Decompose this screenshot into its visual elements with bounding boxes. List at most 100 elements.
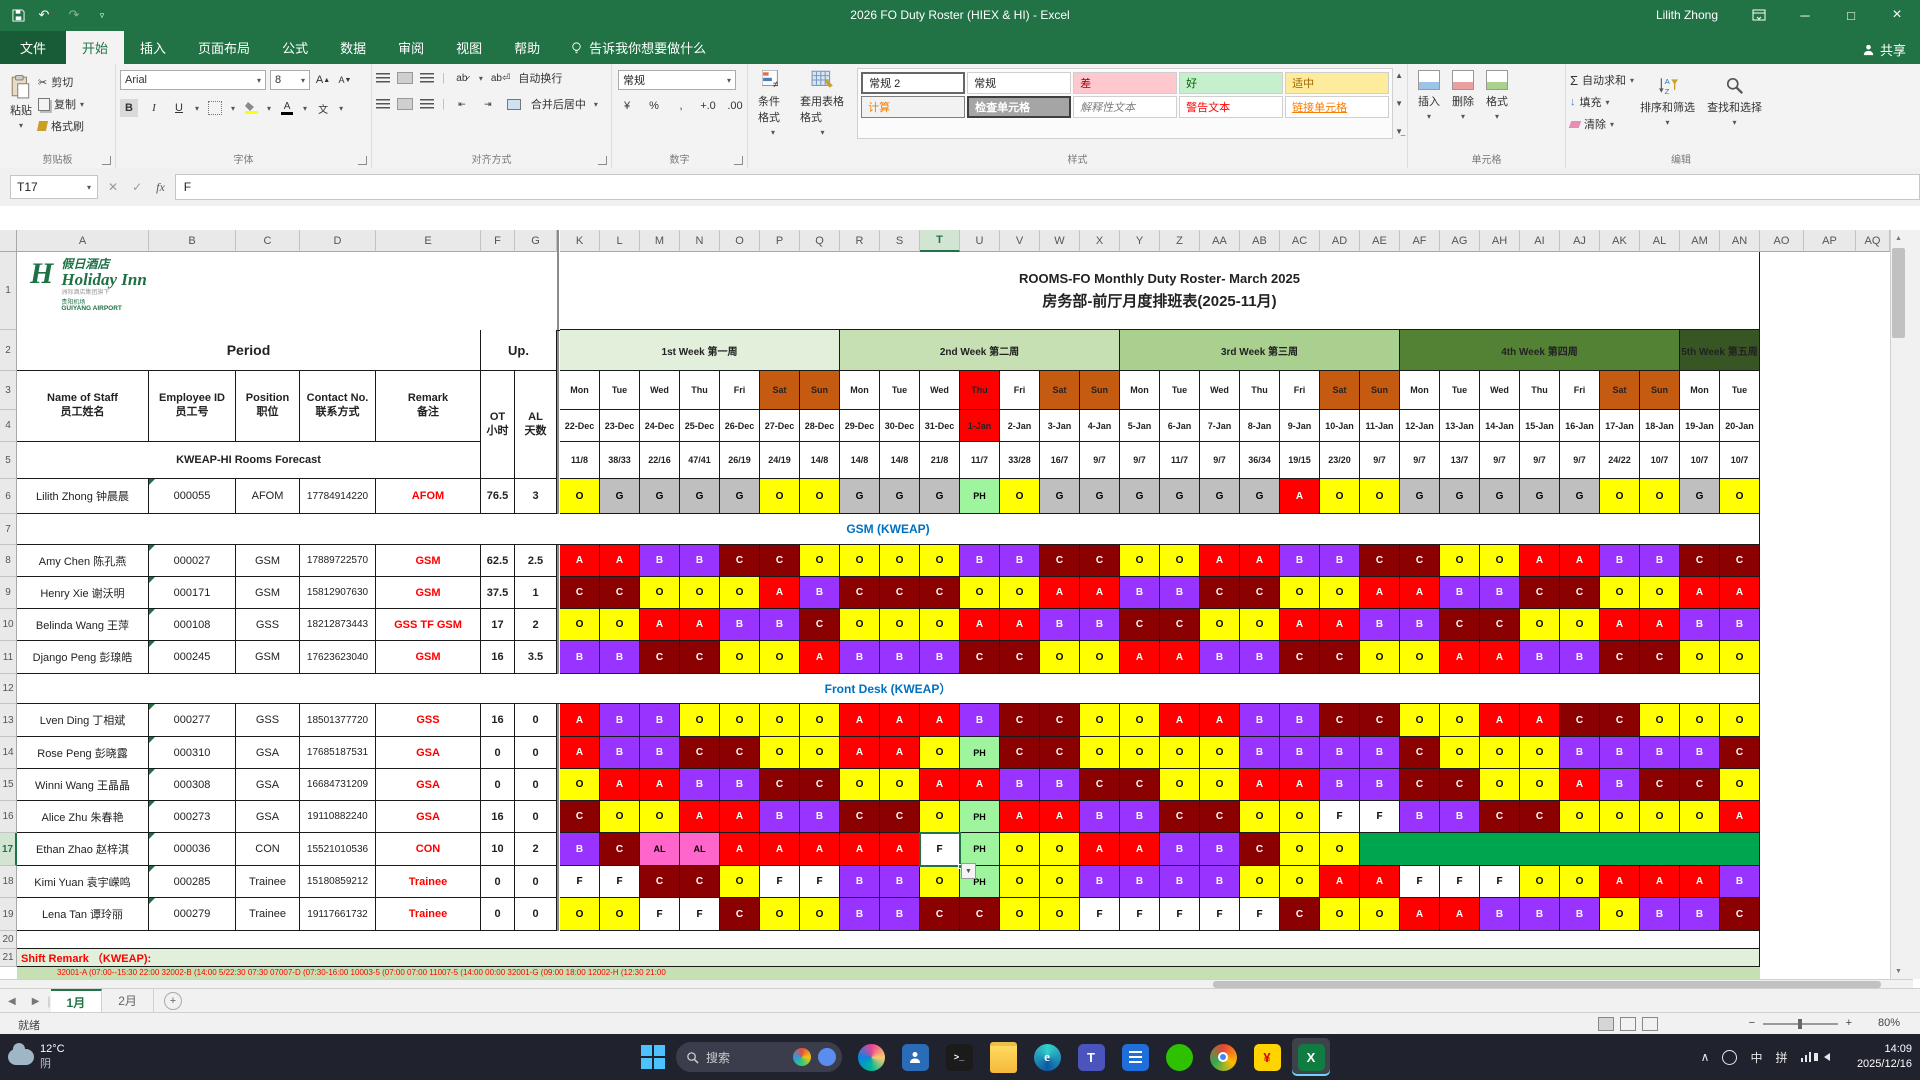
day-header-cell[interactable]: Fri <box>1000 371 1040 410</box>
staff-name-cell[interactable]: Ethan Zhao 赵梓淇 <box>17 833 149 866</box>
row-header-7[interactable]: 7 <box>0 514 17 545</box>
col-header-AD[interactable]: AD <box>1320 230 1360 252</box>
shift-cell[interactable]: AL <box>640 833 680 866</box>
shift-cell[interactable]: C <box>1280 898 1320 931</box>
date-header-cell[interactable]: 27-Dec <box>760 410 800 442</box>
shift-cell[interactable]: PH <box>960 833 1000 866</box>
shift-cell[interactable]: O <box>800 704 840 737</box>
shift-cell[interactable]: O <box>640 801 680 833</box>
shift-cell[interactable]: A <box>1640 866 1680 898</box>
staff-position-cell[interactable]: GSS <box>236 704 300 737</box>
shift-cell[interactable]: O <box>1080 737 1120 769</box>
staff-name-cell[interactable]: Django Peng 彭瑔皓 <box>17 641 149 674</box>
shift-cell[interactable]: C <box>720 737 760 769</box>
col-header-Y[interactable]: Y <box>1120 230 1160 252</box>
shift-cell[interactable]: A <box>1320 609 1360 641</box>
shift-cell[interactable]: A <box>1400 577 1440 609</box>
shift-cell[interactable]: B <box>600 737 640 769</box>
date-header-cell[interactable]: 7-Jan <box>1200 410 1240 442</box>
shift-cell[interactable]: C <box>1160 609 1200 641</box>
shift-cell[interactable]: B <box>640 545 680 577</box>
day-header-cell[interactable]: Mon <box>1120 371 1160 410</box>
shift-cell[interactable]: B <box>1200 641 1240 674</box>
col-header-AC[interactable]: AC <box>1280 230 1320 252</box>
forecast-cell[interactable]: 9/7 <box>1120 442 1160 479</box>
forecast-cell[interactable]: 11/7 <box>960 442 1000 479</box>
date-header-cell[interactable]: 25-Dec <box>680 410 720 442</box>
staff-al-cell[interactable]: 0 <box>515 898 557 931</box>
shift-cell[interactable]: G <box>840 479 880 514</box>
shift-cell[interactable]: C <box>1560 577 1600 609</box>
shift-cell[interactable]: O <box>720 866 760 898</box>
shift-cell[interactable]: O <box>1040 898 1080 931</box>
shift-cell[interactable]: O <box>800 545 840 577</box>
staff-name-cell[interactable]: Kimi Yuan 袁宇嵘鸣 <box>17 866 149 898</box>
shift-cell[interactable]: C <box>880 801 920 833</box>
day-header-cell[interactable]: Tue <box>600 371 640 410</box>
shift-cell[interactable]: G <box>1680 479 1720 514</box>
forecast-cell[interactable]: 9/7 <box>1080 442 1120 479</box>
shift-cell[interactable]: O <box>1520 609 1560 641</box>
network-icon[interactable] <box>1800 1052 1811 1062</box>
app-edge-icon[interactable]: e <box>1028 1038 1066 1076</box>
shift-cell[interactable]: O <box>920 545 960 577</box>
shift-cell[interactable]: A <box>1200 704 1240 737</box>
staff-ot-cell[interactable]: 10 <box>481 833 515 866</box>
shift-cell[interactable]: G <box>1440 479 1480 514</box>
staff-contact-cell[interactable]: 15180859212 <box>300 866 376 898</box>
forecast-cell[interactable]: 14/8 <box>880 442 920 479</box>
shift-cell[interactable]: O <box>1240 609 1280 641</box>
app-teams-icon[interactable]: T <box>1072 1038 1110 1076</box>
shift-cell[interactable]: C <box>1600 641 1640 674</box>
row-header-18[interactable]: 18 <box>0 866 17 898</box>
shift-cell[interactable]: C <box>1720 737 1760 769</box>
shift-cell[interactable]: B <box>1320 769 1360 801</box>
row-header-17[interactable]: 17 <box>0 833 17 866</box>
col-header-L[interactable]: L <box>600 230 640 252</box>
row-header-12[interactable]: 12 <box>0 674 17 704</box>
shift-cell[interactable]: A <box>1120 641 1160 674</box>
header-name-of-staff[interactable]: Name of Staff 员工姓名 <box>17 371 149 442</box>
shift-cell[interactable]: O <box>1480 545 1520 577</box>
shift-cell[interactable]: A <box>960 769 1000 801</box>
shift-cell[interactable]: A <box>1520 545 1560 577</box>
forecast-cell[interactable]: 36/34 <box>1240 442 1280 479</box>
shift-cell[interactable]: B <box>840 641 880 674</box>
shift-cell[interactable]: O <box>840 769 880 801</box>
staff-id-cell[interactable]: 000277 <box>149 704 236 737</box>
period-header-cell[interactable]: Period <box>17 330 481 371</box>
shift-cell[interactable]: C <box>1240 577 1280 609</box>
shift-cell[interactable]: PH <box>960 801 1000 833</box>
date-header-cell[interactable]: 13-Jan <box>1440 410 1480 442</box>
staff-id-cell[interactable]: 000285 <box>149 866 236 898</box>
forecast-cell[interactable]: 11/7 <box>1160 442 1200 479</box>
col-header-P[interactable]: P <box>760 230 800 252</box>
col-header-R[interactable]: R <box>840 230 880 252</box>
shift-cell[interactable]: O <box>920 866 960 898</box>
col-header-AH[interactable]: AH <box>1480 230 1520 252</box>
shift-cell[interactable]: C <box>1320 704 1360 737</box>
zoom-level[interactable]: 80% <box>1878 1017 1900 1029</box>
staff-position-cell[interactable]: AFOM <box>236 479 300 514</box>
forecast-cell[interactable]: 33/28 <box>1000 442 1040 479</box>
row-header-13[interactable]: 13 <box>0 704 17 737</box>
shift-cell[interactable]: B <box>1400 801 1440 833</box>
forecast-cell[interactable]: 9/7 <box>1360 442 1400 479</box>
shift-cell[interactable]: O <box>1520 737 1560 769</box>
staff-remark-cell[interactable]: Trainee <box>376 866 481 898</box>
shift-cell[interactable]: O <box>840 609 880 641</box>
shift-cell[interactable]: O <box>1680 801 1720 833</box>
shift-cell[interactable]: C <box>1080 769 1120 801</box>
shift-cell[interactable]: B <box>1600 737 1640 769</box>
shift-cell[interactable]: O <box>1520 769 1560 801</box>
col-header-AN[interactable]: AN <box>1720 230 1760 252</box>
shift-cell[interactable]: A <box>1160 704 1200 737</box>
staff-ot-cell[interactable]: 0 <box>481 866 515 898</box>
shift-cell[interactable]: O <box>760 704 800 737</box>
row-header-4[interactable]: 4 <box>0 410 17 442</box>
shift-cell[interactable]: A <box>840 833 880 866</box>
staff-remark-cell[interactable]: GSS <box>376 704 481 737</box>
shift-cell[interactable]: B <box>1160 833 1200 866</box>
shift-cell[interactable]: C <box>680 737 720 769</box>
empty-row[interactable] <box>17 931 1760 949</box>
